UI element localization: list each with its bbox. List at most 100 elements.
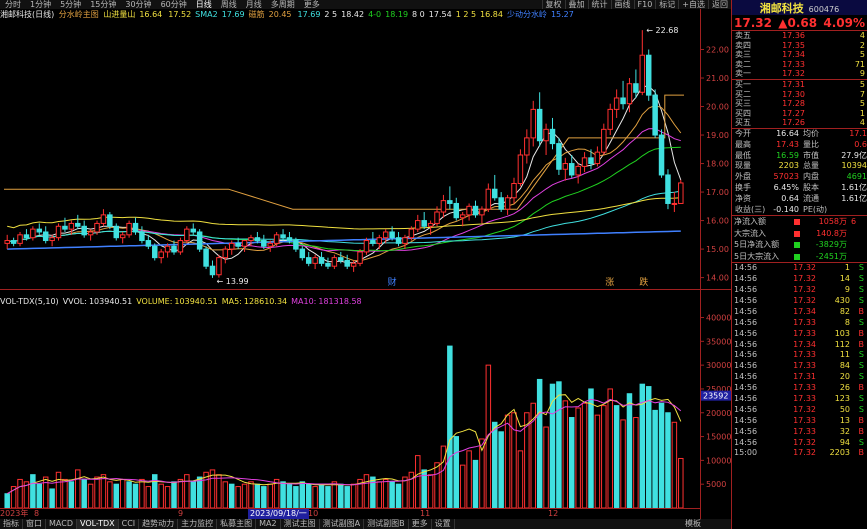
stat-label: 换手 [735, 182, 751, 192]
candle-body [190, 228, 196, 233]
volume-bar [119, 478, 126, 508]
candle [376, 234, 383, 250]
toolbar-button[interactable]: 画线 [610, 0, 634, 9]
candle-body [62, 225, 68, 230]
stat-label: 均价 [803, 128, 819, 138]
timeframe-tab[interactable]: 多周期 [266, 0, 299, 9]
indicator-tab[interactable]: 私募主图 [217, 519, 257, 529]
volume-bar [671, 421, 678, 508]
vol-legend-label: VOL-TDX(5,10) [0, 297, 59, 306]
toolbar-button[interactable]: 返回 [708, 0, 731, 9]
stat-row: 最高 17.43 量比 0.6 [732, 140, 867, 151]
indicator-tab[interactable]: 指标 [0, 519, 23, 529]
quote-row[interactable]: 买四 17.27 1 [732, 109, 867, 119]
quote-panel: 湘邮科技 600476 17.32 ▲0.68 4.09% 卖五 17.36 4 卖四… [731, 0, 867, 529]
tick-price: 17.33 [793, 426, 816, 436]
candle [543, 123, 549, 155]
toolbar-button[interactable]: 统计 [587, 0, 611, 9]
volume-bar [222, 481, 229, 508]
volume-bar [107, 481, 113, 508]
timeframe-tab[interactable]: 更多 [299, 0, 324, 9]
legend-label: 1 2 5 [455, 10, 477, 19]
volume-bar [568, 417, 575, 508]
event-marker[interactable]: 涨 [605, 277, 614, 288]
volume-bar [350, 483, 357, 508]
stat-value: 1.61亿 [841, 182, 867, 192]
quote-row[interactable]: 卖二 17.33 71 [732, 60, 867, 70]
tick-price: 17.34 [793, 339, 816, 349]
indicator-tab[interactable]: 测试副图B [364, 519, 409, 529]
candle-body [434, 211, 440, 224]
toolbar-button[interactable]: 标记 [655, 0, 678, 9]
timeframe-tab[interactable]: 15分钟 [85, 0, 120, 9]
quote-row[interactable]: 买三 17.28 5 [732, 99, 867, 109]
volume-bar [607, 388, 613, 508]
timeframe-tab[interactable]: 分时 [0, 0, 25, 9]
volume-bar [434, 462, 440, 508]
toolbar-button[interactable]: +自选 [678, 0, 708, 9]
indicator-tab[interactable]: 设置 [432, 519, 455, 529]
indicator-tab[interactable]: 更多 [409, 519, 432, 529]
volume-bar [389, 481, 395, 508]
quote-row[interactable]: 卖四 17.35 2 [732, 41, 867, 51]
quote-row[interactable]: 买二 17.30 7 [732, 90, 867, 100]
indicator-tab[interactable]: MACD [46, 519, 77, 529]
stat-value: 0.6 [854, 139, 867, 149]
price-axis-label: 22.00 [706, 46, 729, 55]
volume-bar [325, 486, 331, 508]
indicator-tab[interactable]: 主力监控 [178, 519, 218, 529]
candle-body [556, 143, 562, 170]
indicator-tab[interactable]: VOL-TDX [76, 519, 119, 529]
template-button[interactable]: 模板 [683, 519, 731, 529]
candle [139, 226, 145, 244]
candle [588, 149, 594, 170]
candle-body [575, 165, 581, 176]
timeframe-tab[interactable]: 月线 [241, 0, 266, 9]
indicator-name[interactable]: 分水岭主图 [59, 10, 99, 19]
event-marker[interactable]: 财 [388, 276, 397, 288]
indicator-tab[interactable]: 测试主图 [281, 519, 320, 529]
timeframe-tab[interactable]: 周线 [216, 0, 241, 9]
candlestick-chart[interactable]: 22.00 21.00 20.00 19.00 18.00 17.00 16.00 15.00… [0, 21, 731, 289]
candle-body [421, 220, 427, 227]
candle [209, 260, 216, 278]
quote-row[interactable]: 买一 17.31 5 [732, 80, 867, 90]
quote-row[interactable]: 卖三 17.34 5 [732, 50, 867, 60]
indicator-tab[interactable]: 窗口 [23, 519, 46, 529]
stat-value [827, 205, 867, 216]
quote-volume: 71 [854, 59, 865, 69]
vol-axis-label: 10000 [706, 456, 731, 465]
indicator-tab[interactable]: 趋势动力 [139, 519, 179, 529]
indicator-tab[interactable]: CCI [119, 519, 140, 529]
volume-bar [126, 481, 132, 508]
quote-level-label: 买五 [735, 118, 751, 128]
price-axis-label: 19.00 [706, 131, 729, 140]
vol-legend-label: VVOL: [62, 297, 87, 306]
volume-chart[interactable]: 4000035000300002500020000150001000050002… [0, 308, 731, 508]
quote-level-label: 卖四 [735, 40, 751, 50]
toolbar-button[interactable]: F10 [633, 0, 656, 9]
timeframe-tab[interactable]: 60分钟 [156, 0, 191, 9]
quote-row[interactable]: 买五 17.26 4 [732, 118, 867, 128]
tick-list[interactable]: 14:56 17.32 1 S 14:56 17.32 14 S 14:56 17.32 9 S 14:… [732, 263, 867, 459]
price-row: 17.32 ▲0.68 4.09% [732, 15, 867, 31]
bid-book: 买一 17.31 5 买二 17.30 7 买三 17.28 5 买四 17.27 1 买五 17.26 4 [732, 80, 867, 129]
toolbar-button[interactable]: 叠加 [564, 0, 588, 9]
quote-row[interactable]: 卖五 17.36 4 [732, 31, 867, 41]
candle-body [492, 188, 498, 199]
tick-direction: B [858, 306, 865, 316]
toolbar-button[interactable]: 复权 [541, 0, 565, 9]
candle-body [203, 248, 209, 267]
event-marker[interactable]: 跌 [639, 277, 648, 288]
candle [601, 123, 607, 155]
tick-volume: 26 [839, 383, 850, 393]
timeframe-tab[interactable]: 1分钟 [25, 0, 55, 9]
timeframe-tab[interactable]: 日线 [191, 0, 216, 9]
tick-volume: 82 [839, 306, 850, 316]
indicator-tab[interactable]: 测试副图A [320, 519, 365, 529]
timeframe-tab[interactable]: 5分钟 [55, 0, 85, 9]
indicator-tab[interactable]: MA2 [256, 519, 281, 529]
timeframe-tab[interactable]: 30分钟 [120, 0, 155, 9]
quote-level-label: 卖五 [735, 31, 751, 40]
quote-row[interactable]: 卖一 17.32 9 [732, 69, 867, 79]
